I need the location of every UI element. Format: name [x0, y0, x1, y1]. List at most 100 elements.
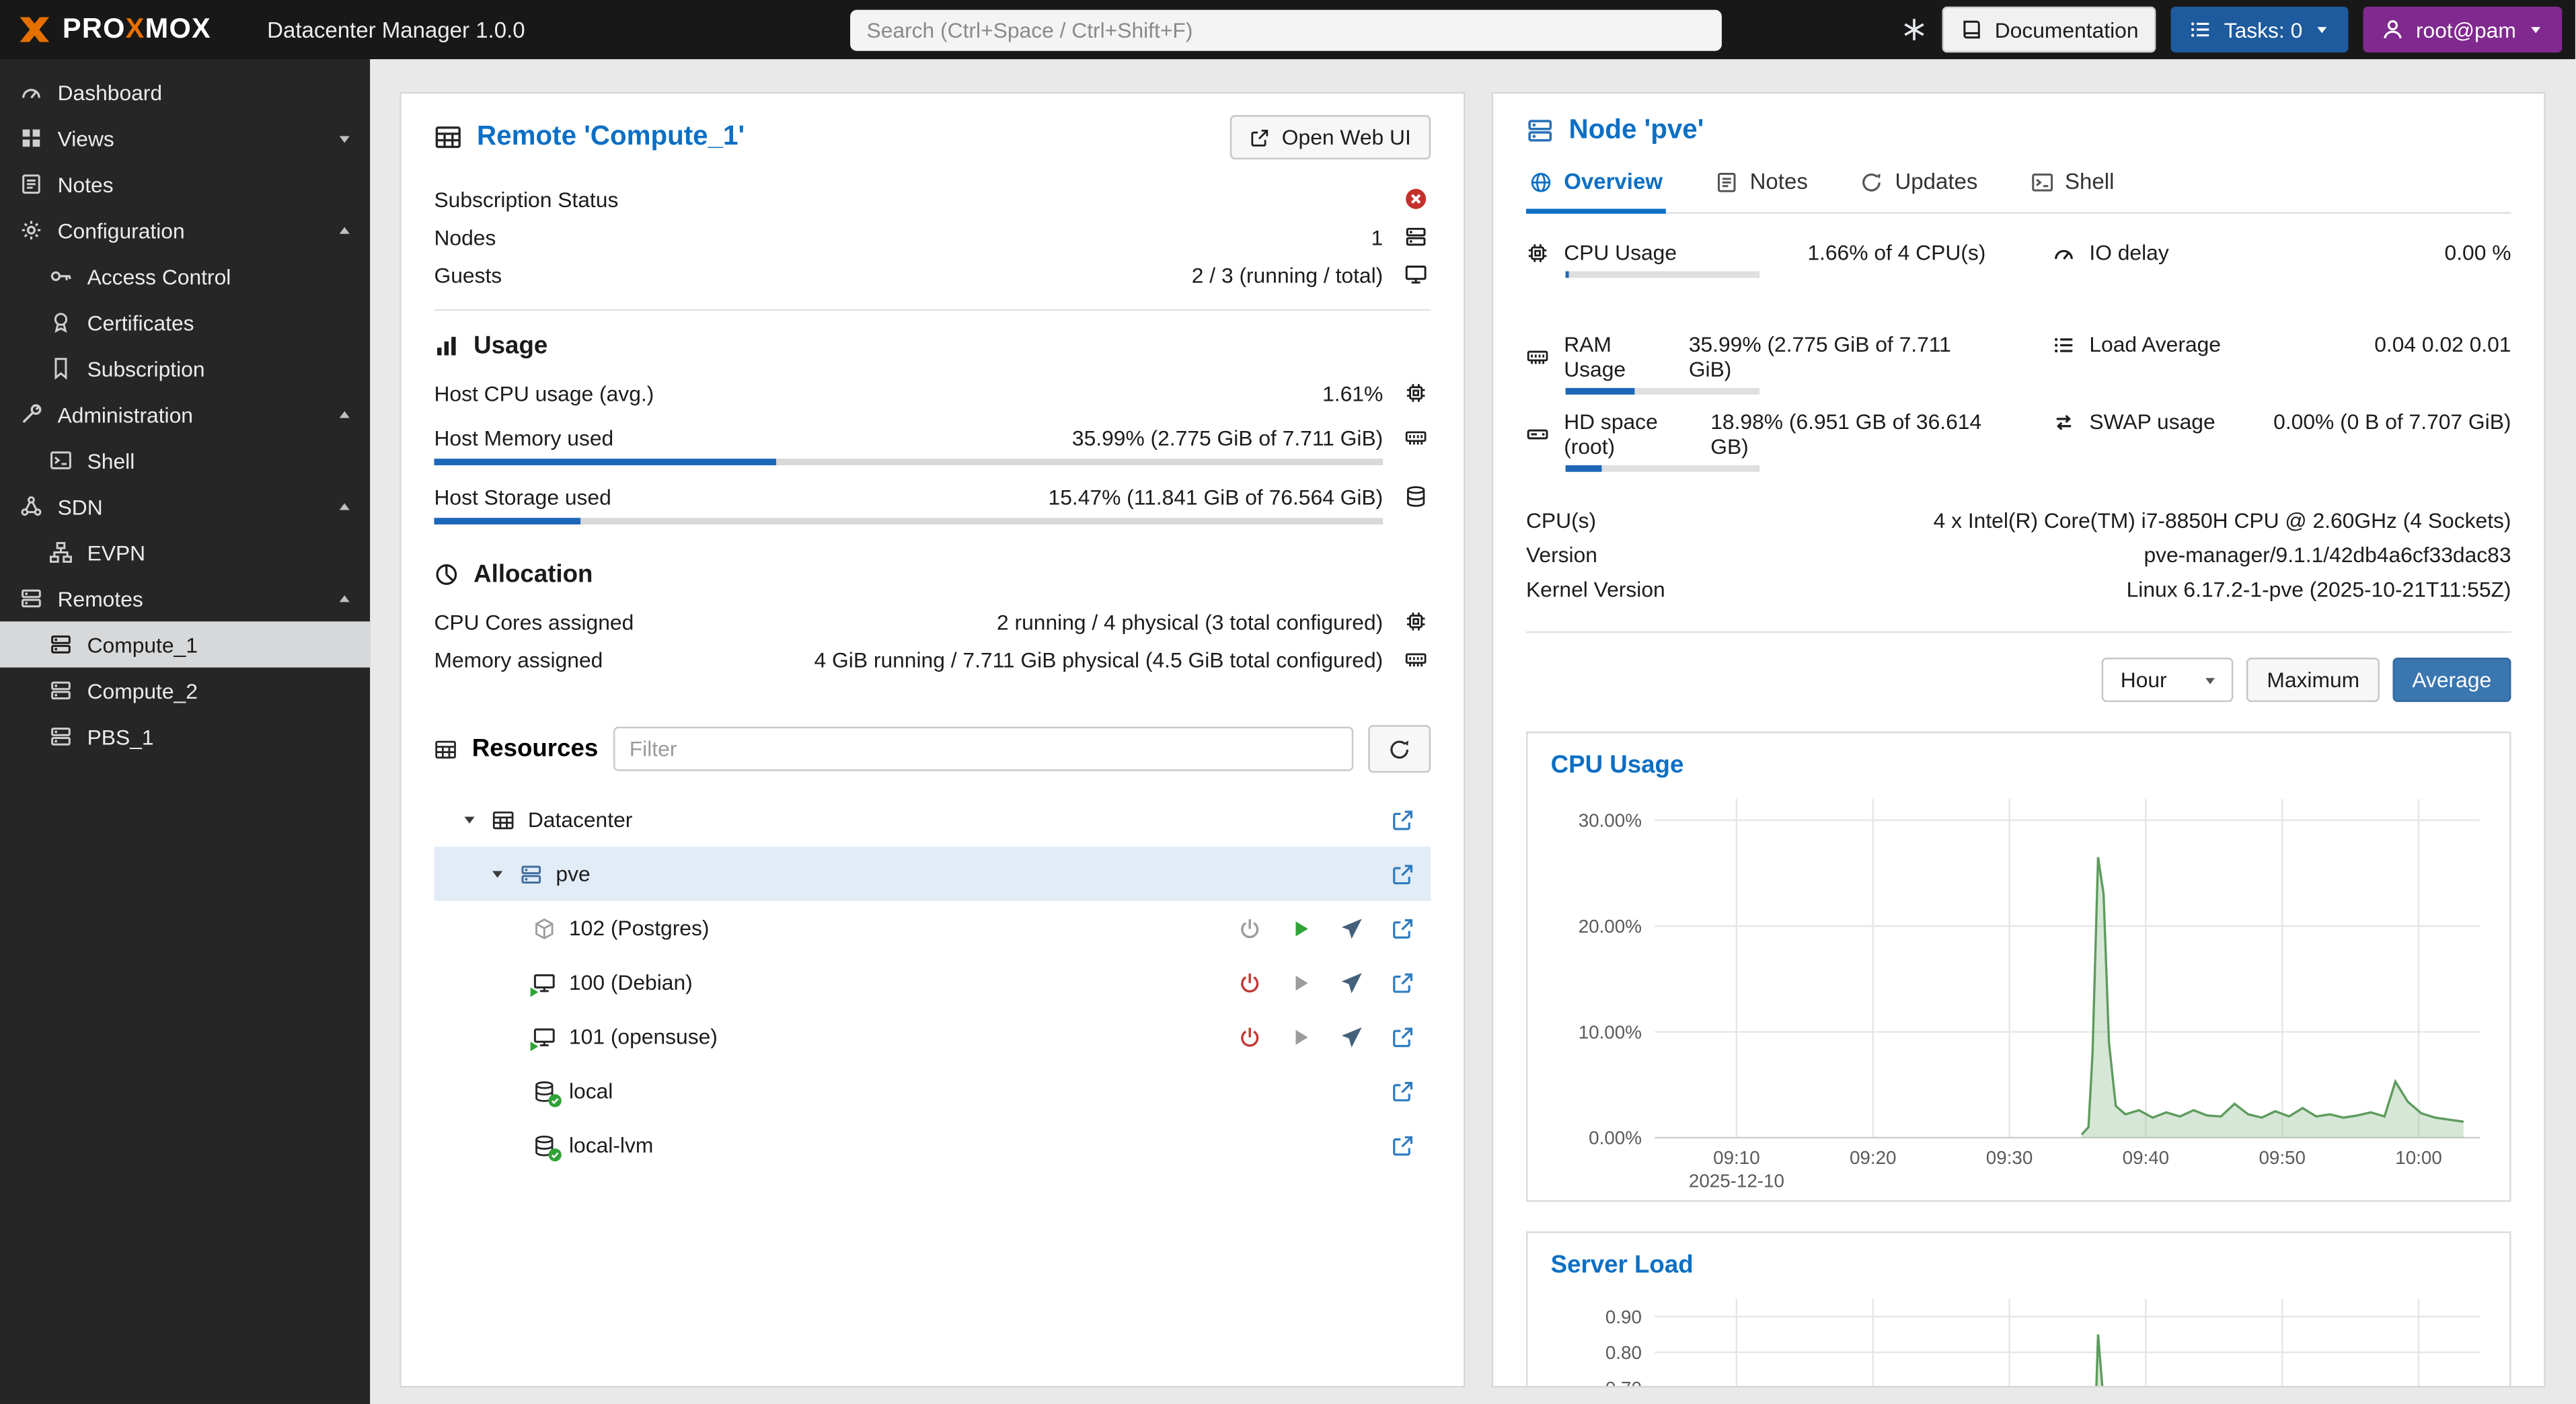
svg-text:0.00%: 0.00%: [1589, 1128, 1642, 1148]
tab-notes[interactable]: Notes: [1712, 163, 1811, 214]
topbar-actions: Documentation Tasks: 0 root@pam: [1901, 7, 2562, 52]
gauge-icon: [20, 81, 42, 104]
sidebar-item-shell[interactable]: Shell: [0, 437, 370, 483]
tree-row-storage-local-lvm[interactable]: local-lvm: [434, 1118, 1431, 1173]
external-link-icon[interactable]: [1391, 1079, 1414, 1102]
metric-cpu-usage: CPU Usage1.66% of 4 CPU(s): [1526, 240, 1985, 278]
time-range-select[interactable]: Hour: [2103, 658, 2234, 702]
sidebar-item-evpn[interactable]: EVPN: [0, 529, 370, 575]
resources-filter-input[interactable]: [613, 727, 1353, 771]
host-memory-progress: [434, 459, 1383, 465]
maximum-button[interactable]: Maximum: [2247, 658, 2379, 702]
sidebar-item-views[interactable]: Views: [0, 115, 370, 161]
sidebar-item-compute-2[interactable]: Compute_2: [0, 668, 370, 713]
cpu-usage-chart-card: CPU Usage 09:102025-12-1009:2009:3009:40…: [1526, 732, 2511, 1202]
asterisk-icon[interactable]: [1901, 16, 1927, 42]
external-link-icon[interactable]: [1391, 1025, 1414, 1048]
terminal-icon: [49, 448, 72, 471]
host-storage-row: Host Storage used 15.47% (11.841 GiB of …: [434, 480, 1431, 513]
start-icon[interactable]: [1289, 1025, 1312, 1048]
svg-text:09:20: 09:20: [1850, 1147, 1896, 1168]
sidebar-item-configuration[interactable]: Configuration: [0, 207, 370, 253]
host-cpu-row: Host CPU usage (avg.) 1.61%: [434, 377, 1431, 410]
divider: [434, 309, 1431, 311]
node-metrics: CPU Usage1.66% of 4 CPU(s) IO delay0.00 …: [1526, 240, 2511, 472]
cpu-icon: [1526, 241, 1549, 264]
monitor-icon: [1404, 263, 1427, 286]
remote-panel: Remote 'Compute_1' Open Web UI Subscript…: [400, 92, 1465, 1388]
refresh-icon: [1860, 170, 1883, 193]
svg-text:09:30: 09:30: [1986, 1147, 2033, 1168]
sidebar-item-compute-1[interactable]: Compute_1: [0, 621, 370, 667]
svg-text:2025-12-10: 2025-12-10: [1689, 1170, 1784, 1191]
cpus-row: CPU(s)4 x Intel(R) Core(TM) i7-8850H CPU…: [1526, 508, 2511, 533]
host-memory-row: Host Memory used 35.99% (2.775 GiB of 7.…: [434, 421, 1431, 454]
node-panel-title: Node 'pve': [1569, 115, 1704, 146]
tools-icon: [20, 403, 42, 426]
refresh-icon: [1388, 738, 1411, 760]
external-link-icon[interactable]: [1391, 862, 1414, 885]
tree-row-vm-100[interactable]: 100 (Debian): [434, 956, 1431, 1010]
tab-overview[interactable]: Overview: [1526, 163, 1666, 214]
resources-header: Resources: [434, 725, 1431, 773]
cpu-usage-chart-title: CPU Usage: [1551, 751, 2493, 779]
chevron-down-icon: [2314, 22, 2330, 38]
caret-down-icon[interactable]: [461, 810, 479, 828]
gears-icon: [20, 219, 42, 241]
sidebar-item-certificates[interactable]: Certificates: [0, 299, 370, 345]
pie-chart-icon: [434, 562, 459, 587]
server-load-chart-title: Server Load: [1551, 1251, 2493, 1280]
tree-row-pve[interactable]: pve: [434, 847, 1431, 901]
start-icon[interactable]: [1289, 916, 1312, 939]
global-search: [850, 9, 1722, 50]
hdd-icon: [1526, 422, 1549, 445]
chevron-up-icon: [336, 590, 354, 608]
shutdown-icon[interactable]: [1238, 971, 1261, 994]
cpu-usage-chart: 09:102025-12-1009:2009:3009:4009:5010:00…: [1551, 783, 2493, 1197]
average-button[interactable]: Average: [2392, 658, 2511, 702]
tab-shell[interactable]: Shell: [2027, 163, 2118, 214]
table-icon: [434, 738, 457, 760]
migrate-icon[interactable]: [1340, 916, 1363, 939]
tree-row-vm-102[interactable]: 102 (Postgres): [434, 901, 1431, 956]
migrate-icon[interactable]: [1340, 1025, 1363, 1048]
cpu-icon: [1404, 381, 1427, 404]
user-menu-button[interactable]: root@pam: [2363, 7, 2563, 52]
node-panel-header: Node 'pve': [1526, 115, 2511, 146]
nodes-row: Nodes 1: [434, 221, 1431, 254]
tree-row-datacenter[interactable]: Datacenter: [434, 792, 1431, 847]
node-tabs: Overview Notes Updates Shell: [1526, 163, 2511, 214]
refresh-button[interactable]: [1368, 725, 1431, 773]
tree-row-storage-local[interactable]: local: [434, 1064, 1431, 1118]
external-link-icon[interactable]: [1391, 971, 1414, 994]
migrate-icon[interactable]: [1340, 971, 1363, 994]
external-link-icon[interactable]: [1391, 808, 1414, 831]
tasks-button[interactable]: Tasks: 0: [2171, 7, 2348, 52]
sidebar-item-sdn[interactable]: SDN: [0, 483, 370, 529]
shutdown-icon[interactable]: [1238, 916, 1261, 939]
note-icon: [1715, 170, 1738, 193]
sidebar-item-subscription[interactable]: Subscription: [0, 345, 370, 391]
sidebar-item-pbs-1[interactable]: PBS_1: [0, 713, 370, 759]
external-link-icon[interactable]: [1391, 1134, 1414, 1157]
sidebar-item-notes[interactable]: Notes: [0, 161, 370, 207]
usage-section-header: Usage: [434, 332, 1431, 360]
sidebar-item-remotes[interactable]: Remotes: [0, 576, 370, 621]
tree-row-vm-101[interactable]: 101 (opensuse): [434, 1009, 1431, 1064]
search-input[interactable]: [850, 9, 1722, 50]
sidebar-item-administration[interactable]: Administration: [0, 391, 370, 437]
ribbon-icon: [49, 357, 72, 380]
top-bar: PROXMOX Datacenter Manager 1.0.0 Documen…: [0, 0, 2575, 59]
start-icon[interactable]: [1289, 971, 1312, 994]
documentation-button[interactable]: Documentation: [1942, 7, 2156, 52]
sidebar-item-dashboard[interactable]: Dashboard: [0, 69, 370, 115]
external-link-icon[interactable]: [1391, 916, 1414, 939]
shutdown-icon[interactable]: [1238, 1025, 1261, 1048]
open-web-ui-button[interactable]: Open Web UI: [1231, 115, 1431, 159]
server-load-chart: 09:102025-12-1009:2009:3009:4009:5010:00…: [1551, 1282, 2493, 1387]
sidebar-item-access-control[interactable]: Access Control: [0, 254, 370, 299]
remote-panel-title: Remote 'Compute_1': [477, 122, 745, 153]
chevron-up-icon: [336, 498, 354, 516]
tab-updates[interactable]: Updates: [1857, 163, 1981, 214]
caret-down-icon[interactable]: [488, 865, 506, 883]
